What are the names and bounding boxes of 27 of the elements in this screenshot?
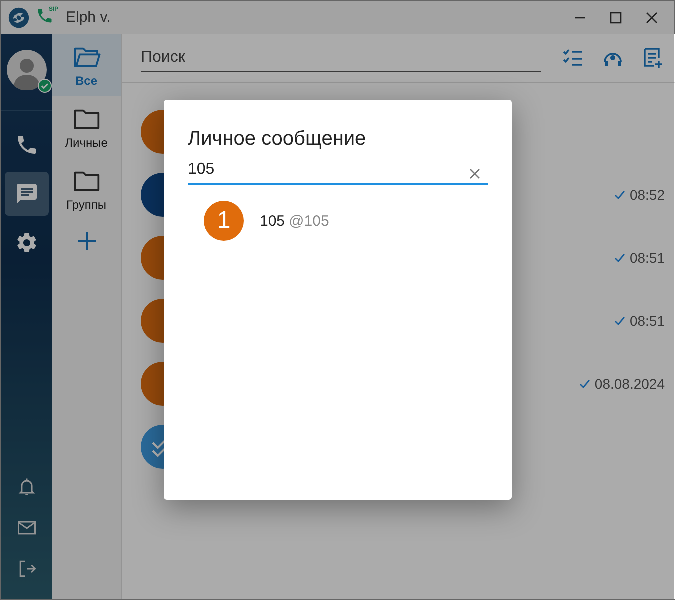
- chat-time: 08:52: [630, 186, 665, 202]
- contact-avatar: 1: [204, 201, 244, 241]
- check-icon: [614, 252, 626, 264]
- clear-icon[interactable]: [469, 168, 481, 180]
- folder-tab[interactable]: Личные: [52, 96, 121, 158]
- window-title: Elph v.: [66, 9, 111, 26]
- profile-avatar[interactable]: [6, 50, 46, 90]
- chat-time: 08.08.2024: [594, 376, 665, 392]
- search-field[interactable]: 105: [188, 159, 488, 185]
- chat-icon: [14, 182, 38, 206]
- close-icon[interactable]: [645, 10, 659, 24]
- chat-time: 08:51: [630, 312, 665, 328]
- chat-time: 08:51: [630, 250, 665, 266]
- contact-handle: @105: [289, 212, 330, 230]
- chat-nav-button[interactable]: [4, 172, 48, 216]
- search-field[interactable]: Поиск: [141, 44, 541, 72]
- app-logo-icon: [8, 6, 30, 28]
- settings-icon: [14, 231, 38, 255]
- add-folder-icon[interactable]: [76, 230, 98, 252]
- check-icon: [578, 378, 591, 390]
- check-icon: [614, 314, 626, 326]
- contact-name[interactable]: 105: [260, 212, 286, 230]
- folder-tab[interactable]: Группы: [52, 158, 121, 220]
- dialog-title: Личное сообщение: [188, 128, 368, 151]
- check-icon: [614, 188, 626, 200]
- maximize-icon[interactable]: [609, 10, 623, 24]
- new-chat-icon[interactable]: [641, 46, 665, 70]
